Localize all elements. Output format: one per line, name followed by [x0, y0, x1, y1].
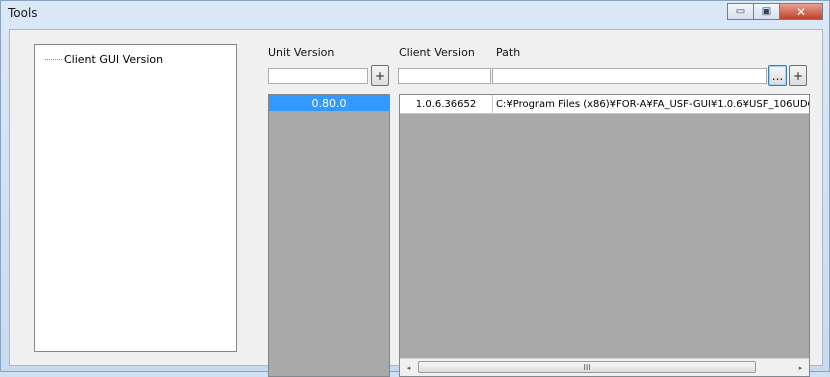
- tree-item-client-gui-version[interactable]: Client GUI Version: [45, 53, 163, 66]
- unit-version-row-selected[interactable]: 0.80.0: [269, 95, 389, 111]
- window-title: Tools: [8, 6, 38, 20]
- tree-item-label: Client GUI Version: [64, 53, 164, 66]
- unit-version-list[interactable]: 0.80.0: [268, 94, 390, 377]
- horizontal-scrollbar[interactable]: ◂ III ▸: [400, 358, 809, 376]
- minimize-button[interactable]: ▭: [727, 3, 753, 20]
- scroll-thumb[interactable]: III: [418, 361, 756, 373]
- add-client-button[interactable]: +: [789, 65, 807, 86]
- caption-buttons: ▭ ▣ ✕: [727, 3, 823, 20]
- close-icon: ✕: [795, 4, 807, 19]
- maximize-button[interactable]: ▣: [753, 3, 779, 20]
- path-input[interactable]: [492, 68, 767, 84]
- table-row[interactable]: 1.0.6.36652 C:¥Program Files (x86)¥FOR-A…: [400, 95, 809, 114]
- client-version-header: Client Version: [399, 46, 475, 59]
- scroll-left-icon[interactable]: ◂: [400, 359, 417, 376]
- path-header: Path: [496, 46, 521, 59]
- scroll-grip-icon: III: [583, 362, 591, 372]
- maximize-icon: ▣: [761, 6, 772, 17]
- client-area: Client GUI Version Unit Version + 0.80.0…: [9, 29, 823, 377]
- tree-connector: [45, 59, 62, 60]
- unit-version-header: Unit Version: [268, 46, 335, 59]
- minimize-icon: ▭: [735, 6, 746, 17]
- add-unit-version-button[interactable]: +: [371, 65, 389, 86]
- close-button[interactable]: ✕: [779, 3, 823, 20]
- tree-view[interactable]: Client GUI Version: [34, 44, 237, 352]
- client-version-cell[interactable]: 1.0.6.36652: [400, 95, 493, 113]
- browse-button[interactable]: ...: [768, 65, 787, 86]
- path-cell[interactable]: C:¥Program Files (x86)¥FOR-A¥FA_USF-GUI¥…: [493, 95, 809, 113]
- unit-version-input[interactable]: [268, 68, 368, 84]
- client-version-input[interactable]: [398, 68, 491, 84]
- tools-window: Tools ▭ ▣ ✕ Client GUI Version Unit Vers…: [0, 0, 830, 377]
- scroll-right-icon[interactable]: ▸: [792, 359, 809, 376]
- client-version-grid[interactable]: 1.0.6.36652 C:¥Program Files (x86)¥FOR-A…: [399, 94, 810, 377]
